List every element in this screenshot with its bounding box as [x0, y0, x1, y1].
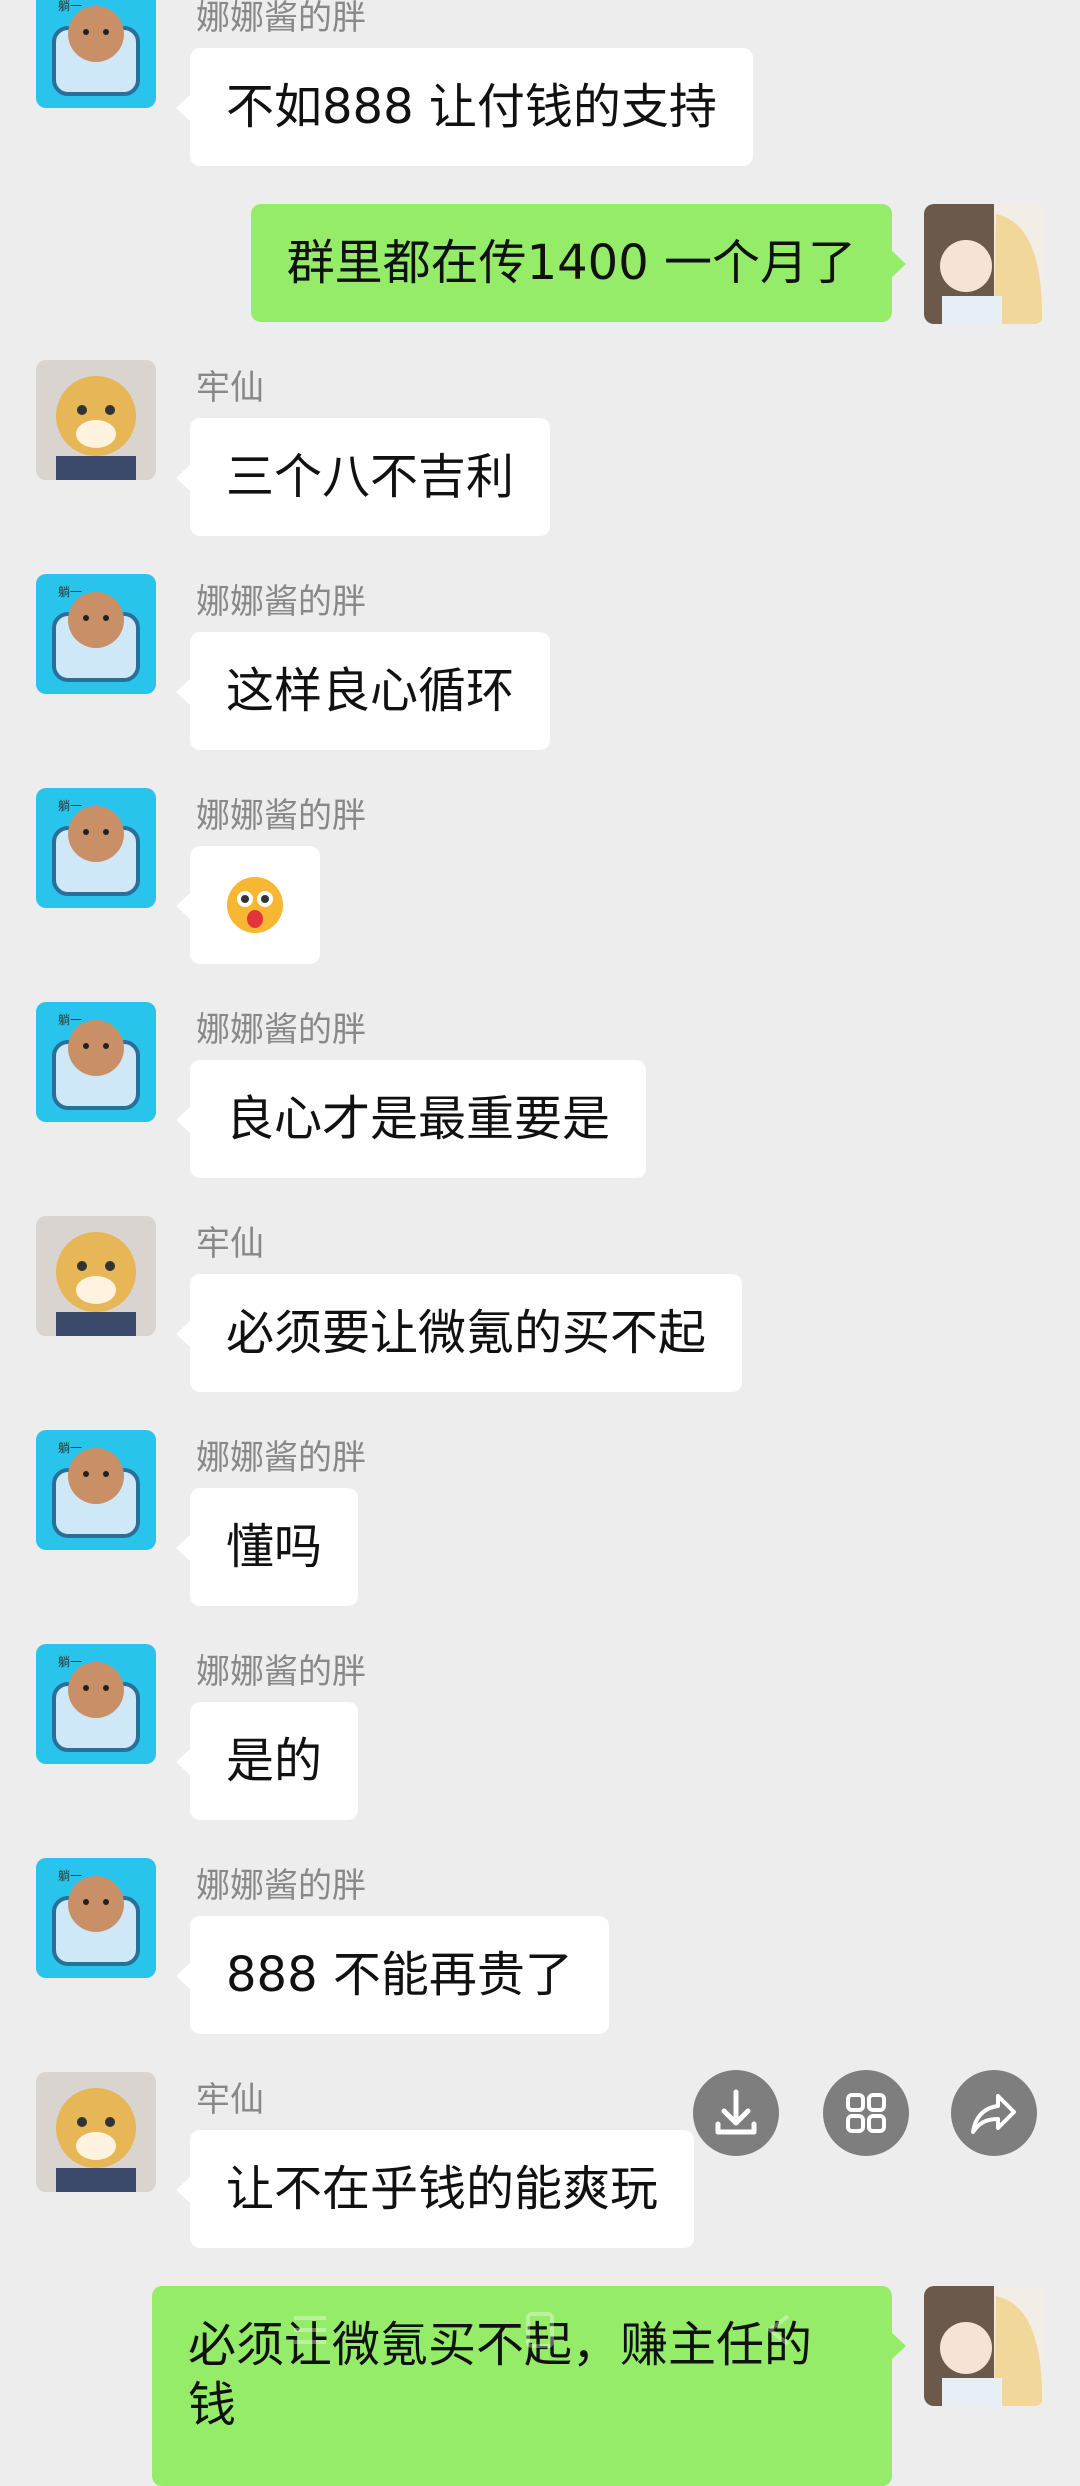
sender-name: 娜娜酱的胖	[196, 1010, 366, 1050]
svg-text:躺一: 躺一	[58, 1440, 82, 1455]
sender-name: 娜娜酱的胖	[196, 1866, 366, 1906]
more-options-button[interactable]	[823, 2070, 909, 2156]
share-icon	[971, 2094, 1016, 2134]
bear-sofa-avatar[interactable]: 躺一	[36, 574, 156, 694]
message-bubble-self[interactable]: 群里都在传1400 一个月了	[250, 204, 907, 322]
message-bubble[interactable]: 三个八不吉利	[175, 418, 551, 536]
back-nav-icon[interactable]	[750, 2310, 810, 2350]
bear-sofa-avatar[interactable]: 躺一	[36, 1644, 156, 1764]
sender-name: 牢仙	[196, 368, 264, 408]
svg-text:躺一: 躺一	[58, 0, 82, 13]
bear-sofa-avatar[interactable]: 躺一	[36, 0, 156, 108]
emoji-bubble[interactable]	[176, 846, 320, 964]
bear-sofa-avatar[interactable]: 躺一	[36, 788, 156, 908]
sender-name: 娜娜酱的胖	[196, 796, 366, 836]
starry-eyed-tongue-emoji	[227, 877, 283, 933]
sender-name: 娜娜酱的胖	[196, 0, 366, 38]
svg-text:躺一: 躺一	[58, 1868, 82, 1883]
menu-nav-icon[interactable]	[280, 2310, 340, 2350]
share-button[interactable]	[951, 2070, 1037, 2156]
bear-sofa-avatar[interactable]: 躺一	[36, 1002, 156, 1122]
svg-text:躺一: 躺一	[58, 1654, 82, 1669]
message-bubble[interactable]: 良心才是最重要是	[175, 1060, 647, 1178]
svg-text:躺一: 躺一	[58, 1012, 82, 1027]
anime-girl-avatar[interactable]	[924, 204, 1044, 324]
bear-sofa-avatar[interactable]: 躺一	[36, 1858, 156, 1978]
cheetah-officer-avatar[interactable]	[36, 2072, 156, 2192]
grid-icon	[846, 2093, 886, 2133]
message-bubble[interactable]: 这样良心循环	[175, 632, 551, 750]
sender-name: 娜娜酱的胖	[196, 582, 366, 622]
message-text-line: 钱	[188, 2377, 237, 2433]
message-bubble[interactable]: 让不在乎钱的能爽玩	[175, 2130, 695, 2248]
download-button[interactable]	[693, 2070, 779, 2156]
cheetah-officer-avatar[interactable]	[36, 360, 156, 480]
anime-girl-avatar[interactable]	[924, 2286, 1044, 2406]
download-icon	[715, 2089, 757, 2135]
svg-text:躺一: 躺一	[58, 584, 82, 599]
sender-name: 娜娜酱的胖	[196, 1438, 366, 1478]
message-bubble[interactable]: 懂吗	[175, 1488, 359, 1606]
message-bubble[interactable]: 必须要让微氪的买不起	[175, 1274, 743, 1392]
cheetah-officer-avatar[interactable]	[36, 1216, 156, 1336]
svg-text:躺一: 躺一	[58, 798, 82, 813]
sender-name: 牢仙	[196, 1224, 264, 1264]
message-bubble[interactable]: 是的	[175, 1702, 359, 1820]
bear-sofa-avatar[interactable]: 躺一	[36, 1430, 156, 1550]
sender-name: 牢仙	[196, 2080, 264, 2120]
sender-name: 娜娜酱的胖	[196, 1652, 366, 1692]
message-bubble[interactable]: 不如888 让付钱的支持	[176, 48, 753, 166]
message-bubble[interactable]: 888 不能再贵了	[176, 1916, 609, 2034]
home-nav-icon[interactable]	[510, 2310, 570, 2350]
